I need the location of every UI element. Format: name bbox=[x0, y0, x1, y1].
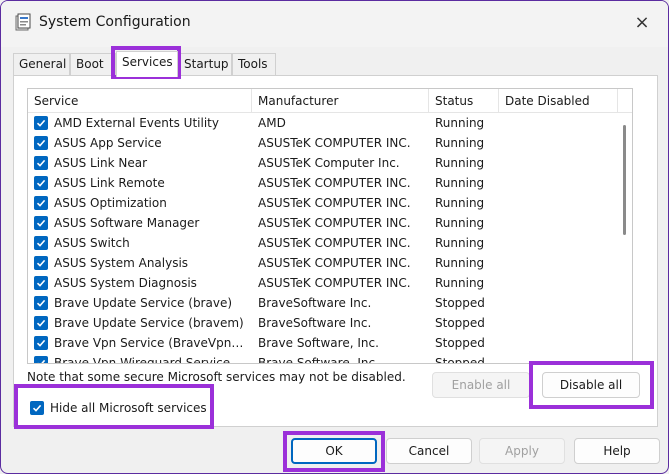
table-row[interactable]: AMD External Events Utility AMD Running bbox=[28, 113, 618, 133]
table-row[interactable]: ASUS System Diagnosis ASUSTeK COMPUTER IN… bbox=[28, 273, 618, 293]
system-configuration-window: System Configuration × General Boot Serv… bbox=[0, 0, 669, 474]
table-row[interactable]: ASUS Optimization ASUSTeK COMPUTER INC. Ru… bbox=[28, 193, 618, 213]
tab-general[interactable]: General bbox=[13, 53, 70, 76]
service-checkbox[interactable] bbox=[34, 216, 48, 230]
service-status: Stopped bbox=[435, 316, 485, 330]
service-checkbox[interactable] bbox=[34, 276, 48, 290]
service-manufacturer: ASUSTeK COMPUTER INC. bbox=[258, 196, 411, 210]
scrollbar-thumb[interactable] bbox=[623, 125, 626, 235]
title-bar: System Configuration × bbox=[1, 1, 668, 47]
vertical-scrollbar[interactable] bbox=[616, 113, 632, 363]
service-manufacturer: ASUSTeK COMPUTER INC. bbox=[258, 216, 411, 230]
column-header-date-disabled[interactable]: Date Disabled bbox=[499, 89, 618, 113]
services-list: Service Manufacturer Status Date Disable… bbox=[27, 88, 633, 364]
tab-boot[interactable]: Boot bbox=[70, 53, 116, 76]
table-row[interactable]: Brave Update Service (brave) BraveSoftwar… bbox=[28, 293, 618, 313]
service-manufacturer: ASUSTeK COMPUTER INC. bbox=[258, 256, 411, 270]
service-status: Running bbox=[435, 116, 485, 130]
service-status: Running bbox=[435, 196, 485, 210]
column-header-manufacturer[interactable]: Manufacturer bbox=[252, 89, 429, 113]
window-title: System Configuration bbox=[39, 14, 191, 30]
cancel-button[interactable]: Cancel bbox=[386, 438, 472, 464]
service-name: Brave Update Service (brave) bbox=[54, 296, 233, 310]
service-checkbox[interactable] bbox=[34, 316, 48, 330]
service-checkbox[interactable] bbox=[34, 156, 48, 170]
apply-button[interactable]: Apply bbox=[479, 438, 565, 464]
tab-tools[interactable]: Tools bbox=[232, 53, 276, 76]
secure-services-note: Note that some secure Microsoft services… bbox=[27, 370, 406, 384]
service-status: Running bbox=[435, 136, 485, 150]
enable-all-button[interactable]: Enable all bbox=[432, 372, 530, 398]
service-status: Running bbox=[435, 236, 485, 250]
tab-services[interactable]: Services bbox=[116, 51, 178, 77]
help-button[interactable]: Help bbox=[574, 438, 660, 464]
service-name: Brave Vpn Service (BraveVpnSe... bbox=[54, 336, 250, 350]
list-body: AMD External Events Utility AMD Running ASU… bbox=[28, 113, 618, 364]
list-header: Service Manufacturer Status Date Disable… bbox=[28, 89, 632, 113]
close-button[interactable]: × bbox=[632, 13, 652, 33]
service-manufacturer: Brave Software, Inc. bbox=[258, 356, 379, 364]
service-name: AMD External Events Utility bbox=[54, 116, 219, 130]
table-row[interactable]: Brave Vpn Service (BraveVpnSe... Brave So… bbox=[28, 333, 618, 353]
service-name: ASUS Switch bbox=[54, 236, 130, 250]
service-name: ASUS Link Near bbox=[54, 156, 148, 170]
service-checkbox[interactable] bbox=[34, 196, 48, 210]
service-checkbox[interactable] bbox=[34, 356, 48, 363]
column-header-status[interactable]: Status bbox=[429, 89, 499, 113]
ok-button[interactable]: OK bbox=[291, 438, 377, 464]
service-manufacturer: ASUSTeK COMPUTER INC. bbox=[258, 136, 411, 150]
service-checkbox[interactable] bbox=[34, 116, 48, 130]
service-checkbox[interactable] bbox=[34, 136, 48, 150]
column-header-service[interactable]: Service bbox=[28, 89, 252, 113]
table-row[interactable]: ASUS Link Remote ASUSTeK COMPUTER INC. Run… bbox=[28, 173, 618, 193]
service-manufacturer: ASUSTeK COMPUTER INC. bbox=[258, 276, 411, 290]
tab-startup[interactable]: Startup bbox=[178, 53, 232, 76]
service-name: Brave Update Service (bravem) bbox=[54, 316, 244, 330]
service-status: Running bbox=[435, 176, 485, 190]
service-checkbox[interactable] bbox=[34, 336, 48, 350]
service-checkbox[interactable] bbox=[34, 296, 48, 310]
disable-all-button[interactable]: Disable all bbox=[542, 372, 640, 398]
service-status: Running bbox=[435, 156, 485, 170]
service-status: Running bbox=[435, 216, 485, 230]
close-icon: × bbox=[634, 12, 650, 33]
service-manufacturer: BraveSoftware Inc. bbox=[258, 316, 372, 330]
service-manufacturer: Brave Software, Inc. bbox=[258, 336, 379, 350]
service-manufacturer: AMD bbox=[258, 116, 286, 130]
service-status: Stopped bbox=[435, 356, 485, 364]
service-name: ASUS App Service bbox=[54, 136, 162, 150]
service-status: Running bbox=[435, 256, 485, 270]
services-panel: Service Manufacturer Status Date Disable… bbox=[13, 75, 658, 427]
service-name: ASUS Link Remote bbox=[54, 176, 165, 190]
service-name: ASUS System Analysis bbox=[54, 256, 189, 270]
service-name: ASUS System Diagnosis bbox=[54, 276, 197, 290]
system-config-icon bbox=[15, 13, 31, 31]
service-name: ASUS Software Manager bbox=[54, 216, 200, 230]
service-checkbox[interactable] bbox=[34, 176, 48, 190]
service-name: Brave Vpn Wireguard Service (B... bbox=[54, 356, 250, 364]
service-name: ASUS Optimization bbox=[54, 196, 167, 210]
table-row[interactable]: Brave Update Service (bravem) BraveSoftwa… bbox=[28, 313, 618, 333]
table-row[interactable]: Brave Vpn Wireguard Service (B... Brave S… bbox=[28, 353, 618, 364]
service-status: Running bbox=[435, 276, 485, 290]
table-row[interactable]: ASUS Software Manager ASUSTeK COMPUTER IN… bbox=[28, 213, 618, 233]
service-manufacturer: ASUSTeK Computer Inc. bbox=[258, 156, 400, 170]
service-status: Stopped bbox=[435, 336, 485, 350]
table-row[interactable]: ASUS Switch ASUSTeK COMPUTER INC. Running bbox=[28, 233, 618, 253]
checkbox-checked bbox=[30, 401, 44, 415]
service-checkbox[interactable] bbox=[34, 236, 48, 250]
service-manufacturer: ASUSTeK COMPUTER INC. bbox=[258, 236, 411, 250]
table-row[interactable]: ASUS App Service ASUSTeK COMPUTER INC. Run… bbox=[28, 133, 618, 153]
service-status: Stopped bbox=[435, 296, 485, 310]
service-manufacturer: BraveSoftware Inc. bbox=[258, 296, 372, 310]
service-manufacturer: ASUSTeK COMPUTER INC. bbox=[258, 176, 411, 190]
table-row[interactable]: ASUS System Analysis ASUSTeK COMPUTER INC… bbox=[28, 253, 618, 273]
hide-microsoft-services-label: Hide all Microsoft services bbox=[50, 401, 207, 415]
table-row[interactable]: ASUS Link Near ASUSTeK Computer Inc. Runni… bbox=[28, 153, 618, 173]
service-checkbox[interactable] bbox=[34, 256, 48, 270]
